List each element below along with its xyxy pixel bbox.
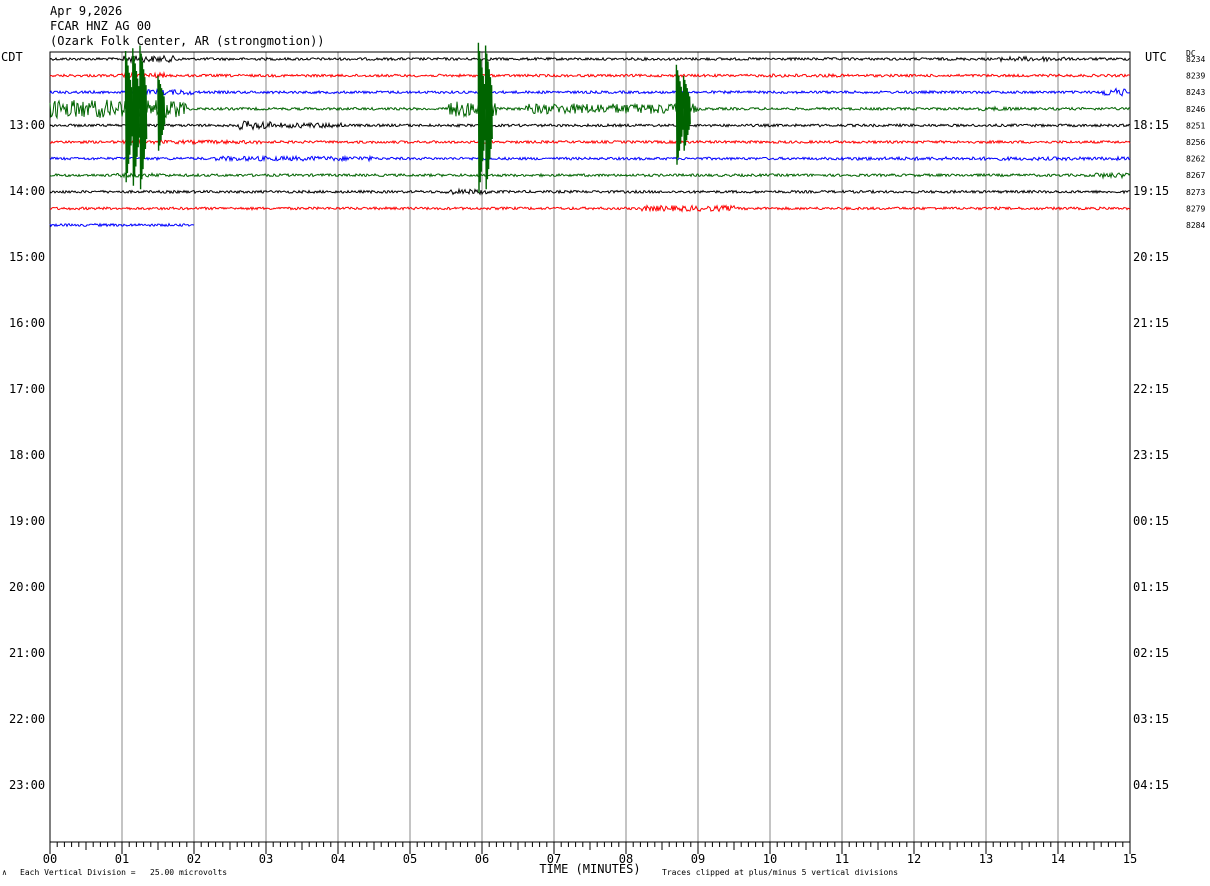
- x-tick-label: 10: [763, 852, 777, 866]
- seismic-spike: [139, 45, 148, 190]
- x-tick-label: 00: [43, 852, 57, 866]
- dc-offset-label: 8246: [1186, 105, 1205, 114]
- left-hour-label: 15:00: [9, 250, 45, 264]
- scale-note: Each Vertical Division = 25.00 microvolt…: [20, 868, 228, 877]
- left-hour-label: 18:00: [9, 448, 45, 462]
- x-tick-label: 13: [979, 852, 993, 866]
- seismic-trace: [49, 187, 1131, 196]
- right-hour-label: 18:15: [1133, 118, 1169, 132]
- right-hour-label: 22:15: [1133, 382, 1169, 396]
- left-hour-label: 19:00: [9, 514, 45, 528]
- dc-offset-label: 8273: [1186, 188, 1205, 197]
- dc-offset-label: 8239: [1186, 72, 1205, 81]
- left-hour-label: 21:00: [9, 646, 45, 660]
- seismic-trace: [49, 171, 1131, 180]
- dc-offset-label: 8262: [1186, 155, 1205, 164]
- left-hour-label: 22:00: [9, 712, 45, 726]
- right-hour-label: 23:15: [1133, 448, 1169, 462]
- corner-mark: ∧: [2, 868, 7, 877]
- seismic-spike: [682, 75, 691, 151]
- right-hour-label: 01:15: [1133, 580, 1169, 594]
- dc-offset-label: 8251: [1186, 121, 1205, 130]
- helicorder-plot: 00 01 02 03 04 05 06 07 08 09 10 11 12 13 14 15TIME (MI…: [9, 42, 1205, 876]
- right-hour-label: 02:15: [1133, 646, 1169, 660]
- seismic-trace: [49, 204, 1131, 213]
- seismic-spike: [675, 64, 684, 165]
- left-hour-label: 16:00: [9, 316, 45, 330]
- seismic-trace: [49, 87, 1131, 97]
- x-axis-title: TIME (MINUTES): [539, 862, 640, 876]
- x-tick-label: 12: [907, 852, 921, 866]
- seismic-spike: [132, 48, 141, 186]
- right-hour-label: 19:15: [1133, 184, 1169, 198]
- right-hour-label: 21:15: [1133, 316, 1169, 330]
- x-tick-label: 05: [403, 852, 417, 866]
- dc-offset-label: 8279: [1186, 204, 1205, 213]
- left-hour-label: 17:00: [9, 382, 45, 396]
- seismic-trace: [49, 154, 1131, 163]
- seismic-trace: [49, 54, 1131, 64]
- seismic-trace: [49, 120, 1131, 131]
- left-hour-label: 14:00: [9, 184, 45, 198]
- seismic-trace: [49, 138, 1131, 146]
- seismic-spike: [157, 75, 166, 151]
- x-tick-label: 14: [1051, 852, 1065, 866]
- dc-offset-label: 8256: [1186, 138, 1205, 147]
- x-tick-label: 06: [475, 852, 489, 866]
- x-tick-label: 03: [259, 852, 273, 866]
- x-tick-label: 01: [115, 852, 129, 866]
- seismic-spike: [124, 51, 133, 183]
- dc-offset-label: 8234: [1186, 55, 1205, 64]
- left-hour-label: 13:00: [9, 118, 45, 132]
- x-tick-label: 15: [1123, 852, 1137, 866]
- x-tick-label: 11: [835, 852, 849, 866]
- plot-frame: [49, 51, 1131, 843]
- right-hour-label: 00:15: [1133, 514, 1169, 528]
- clip-note: Traces clipped at plus/minus 5 vertical …: [662, 868, 899, 877]
- x-tick-label: 04: [331, 852, 345, 866]
- seismic-trace: [49, 99, 1131, 120]
- right-hour-label: 04:15: [1133, 778, 1169, 792]
- right-hour-label: 20:15: [1133, 250, 1169, 264]
- dc-offset-label: 8284: [1186, 221, 1205, 230]
- seismic-spike: [484, 45, 493, 190]
- seismic-trace: [49, 71, 1131, 80]
- left-hour-label: 20:00: [9, 580, 45, 594]
- x-tick-label: 02: [187, 852, 201, 866]
- x-tick-label: 09: [691, 852, 705, 866]
- dc-offset-label: 8267: [1186, 171, 1205, 180]
- dc-offset-label: 8243: [1186, 88, 1205, 97]
- right-hour-label: 03:15: [1133, 712, 1169, 726]
- left-hour-label: 23:00: [9, 778, 45, 792]
